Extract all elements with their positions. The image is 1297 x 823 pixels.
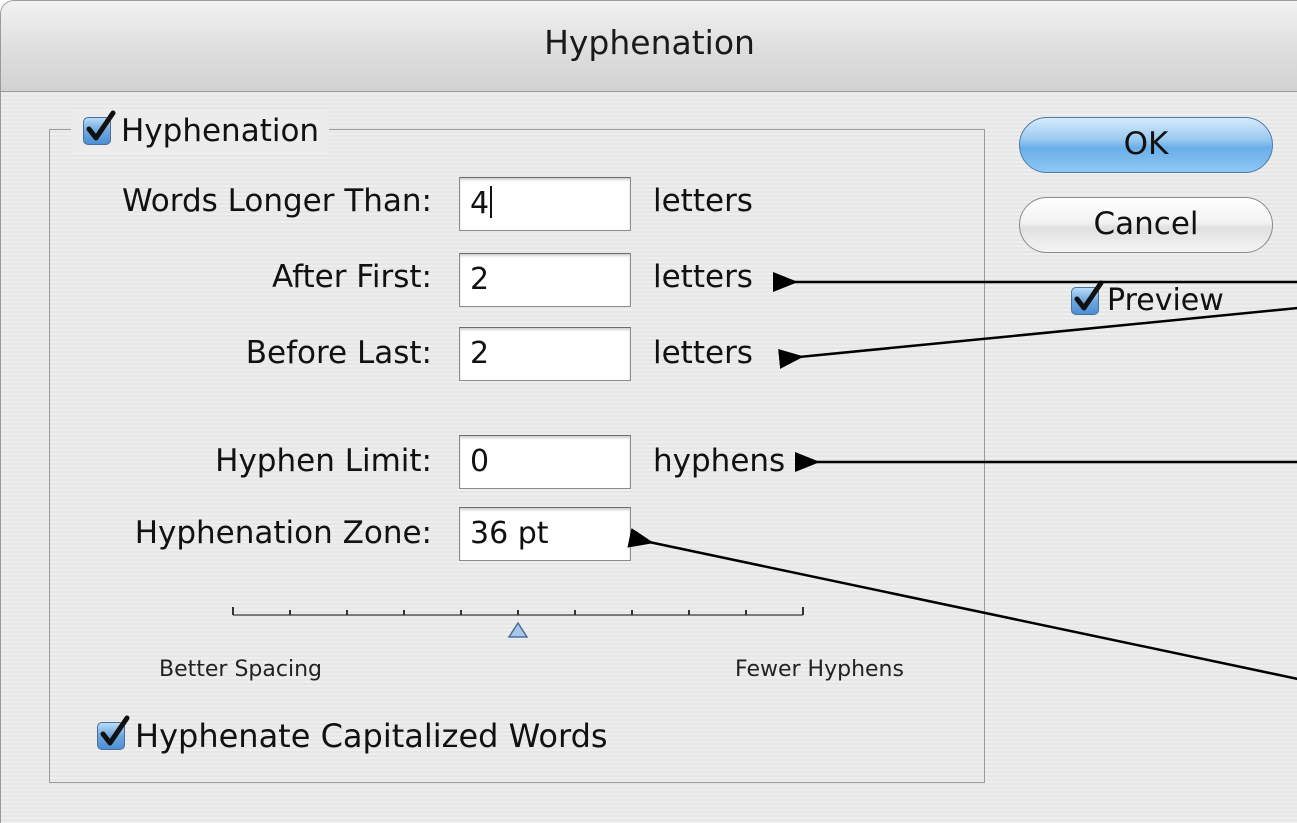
words-longer-than-unit: letters	[653, 183, 753, 219]
preview-checkbox-label: Preview	[1107, 283, 1224, 318]
after-first-value: 2	[470, 262, 490, 297]
after-first-unit: letters	[653, 259, 753, 295]
before-last-field[interactable]: 2	[459, 327, 631, 381]
hyphenation-checkbox-row[interactable]: Hyphenation	[71, 109, 330, 153]
words-longer-than-value: 4	[470, 186, 490, 221]
hyphenation-zone-value: 36 pt	[470, 516, 549, 551]
hyphen-limit-unit: hyphens	[653, 443, 786, 479]
hyphenation-slider[interactable]	[227, 601, 809, 641]
before-last-label: Before Last:	[245, 335, 432, 371]
words-longer-than-label: Words Longer Than:	[121, 183, 432, 219]
checkmark-icon	[86, 110, 116, 141]
hyphenation-zone-field[interactable]: 36 pt	[459, 507, 631, 561]
capitalized-checkbox-label: Hyphenate Capitalized Words	[135, 717, 608, 755]
checkmark-icon	[1074, 280, 1104, 310]
slider-right-caption: Fewer Hyphens	[735, 657, 904, 682]
hyphen-limit-value: 0	[470, 444, 490, 479]
hyphenation-checkbox-label: Hyphenation	[121, 113, 320, 149]
ok-button[interactable]: OK	[1019, 117, 1273, 173]
capitalized-checkbox[interactable]	[97, 715, 130, 750]
capitalized-checkbox-row[interactable]: Hyphenate Capitalized Words	[97, 715, 608, 755]
hyphenation-zone-label: Hyphenation Zone:	[134, 515, 432, 551]
before-last-unit: letters	[653, 335, 753, 371]
hyphen-limit-label: Hyphen Limit:	[215, 443, 432, 479]
preview-checkbox-row[interactable]: Preview	[1071, 280, 1224, 318]
text-cursor	[490, 186, 493, 218]
window-title: Hyphenation	[544, 23, 755, 62]
hyphenation-dialog: Hyphenation Hyphenation Words Longer Tha…	[0, 0, 1297, 823]
after-first-label: After First:	[272, 259, 432, 295]
checkmark-icon	[100, 715, 130, 746]
title-bar[interactable]: Hyphenation	[1, 1, 1297, 92]
slider-thumb[interactable]	[507, 621, 529, 638]
cancel-button[interactable]: Cancel	[1019, 197, 1273, 253]
words-longer-than-field[interactable]: 4	[459, 177, 631, 231]
hyphen-limit-field[interactable]: 0	[459, 435, 631, 489]
preview-checkbox[interactable]	[1071, 280, 1104, 315]
before-last-value: 2	[470, 336, 490, 371]
after-first-field[interactable]: 2	[459, 253, 631, 307]
hyphenation-checkbox[interactable]	[83, 110, 116, 145]
slider-left-caption: Better Spacing	[159, 657, 322, 682]
